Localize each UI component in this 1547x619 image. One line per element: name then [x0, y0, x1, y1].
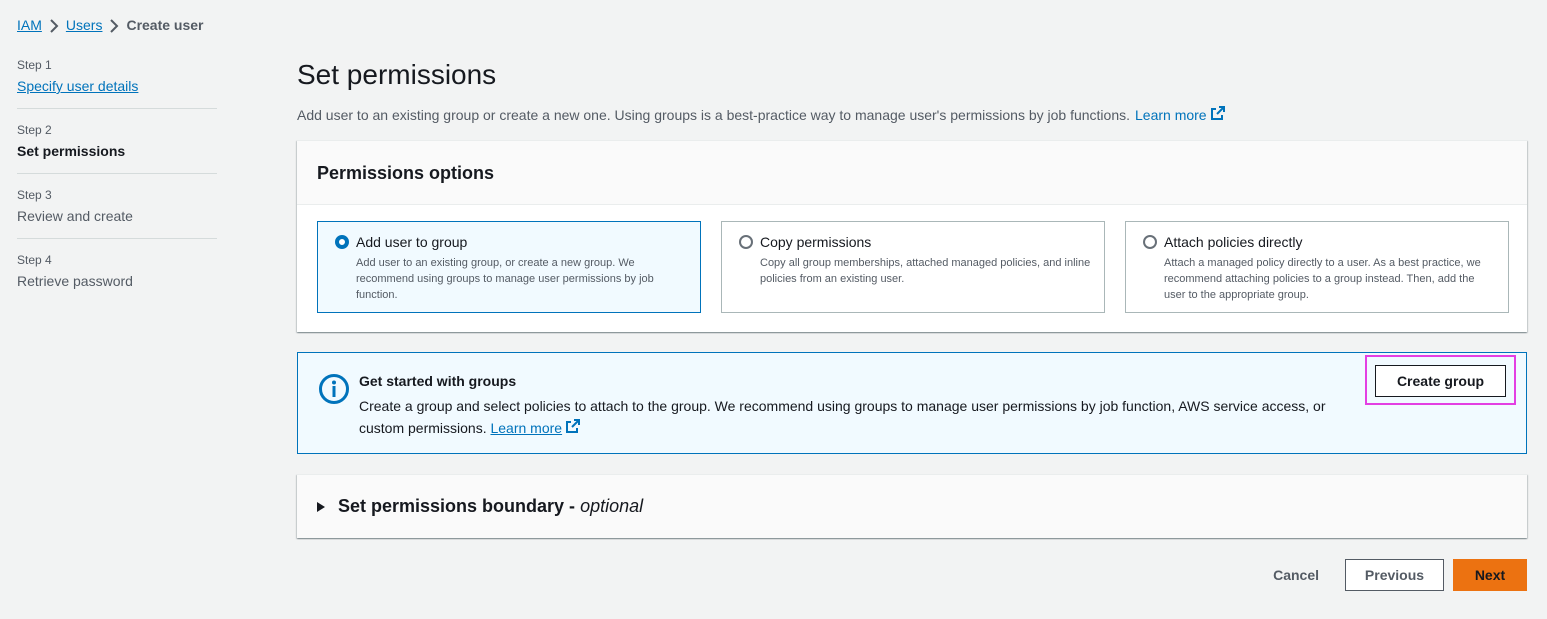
option-description: Attach a managed policy directly to a us… [1164, 257, 1481, 301]
page: IAM Users Create user Step 1 Specify use… [0, 0, 1547, 619]
previous-button[interactable]: Previous [1345, 559, 1444, 591]
option-description: Copy all group memberships, attached man… [760, 257, 1091, 285]
step-number: Step 1 [17, 58, 52, 72]
boundary-title-text: Set permissions boundary - [338, 496, 576, 516]
permissions-options-heading: Permissions options [317, 163, 495, 183]
create-group-button[interactable]: Create group [1375, 365, 1506, 397]
step-3: Step 3 Review and create [17, 188, 217, 239]
caret-right-icon [317, 501, 325, 512]
step-number: Step 2 [17, 123, 52, 137]
create-group-highlight: Create group [1365, 355, 1516, 405]
next-button[interactable]: Next [1453, 559, 1527, 591]
info-alert-body: Get started with groups Create a group a… [359, 373, 1349, 439]
boundary-title: Set permissions boundary - optional [338, 496, 643, 517]
option-attach-policies-directly[interactable]: Attach policies directly Attach a manage… [1125, 221, 1509, 313]
chevron-right-icon [102, 17, 126, 34]
step-4: Step 4 Retrieve password [17, 253, 217, 303]
boundary-optional-label: optional [580, 496, 644, 516]
step-number: Step 4 [17, 253, 52, 267]
step-title-set-permissions: Set permissions [17, 143, 126, 159]
option-title: Add user to group [356, 234, 468, 250]
main-content: Set permissions Add user to an existing … [297, 58, 1527, 591]
radio-unselected-icon[interactable] [739, 235, 753, 249]
radio-selected-icon[interactable] [335, 235, 349, 249]
breadcrumb-users[interactable]: Users [66, 17, 103, 33]
cancel-button[interactable]: Cancel [1247, 559, 1345, 591]
learn-more-label: Learn more [1135, 106, 1207, 123]
radio-unselected-icon[interactable] [1143, 235, 1157, 249]
breadcrumb-create-user: Create user [126, 17, 204, 34]
step-link-specify-user-details[interactable]: Specify user details [17, 78, 217, 94]
learn-more-link[interactable]: Learn more [1135, 106, 1225, 123]
external-link-icon [1210, 106, 1225, 123]
info-alert: Get started with groups Create a group a… [297, 352, 1527, 454]
option-add-user-to-group[interactable]: Add user to group Add user to an existin… [317, 221, 701, 313]
chevron-right-icon [42, 17, 66, 34]
permissions-boundary-expander[interactable]: Set permissions boundary - optional [297, 474, 1527, 538]
external-link-icon [566, 417, 581, 439]
info-alert-title: Get started with groups [359, 373, 517, 389]
page-description: Add user to an existing group or create … [297, 106, 1527, 123]
permission-option-group: Add user to group Add user to an existin… [317, 221, 1509, 313]
breadcrumb: IAM Users Create user [17, 17, 204, 33]
page-title: Set permissions [297, 59, 497, 90]
page-description-text: Add user to an existing group or create … [297, 106, 1130, 123]
learn-more-label: Learn more [490, 420, 563, 436]
option-description: Add user to an existing group, or create… [356, 257, 654, 301]
info-alert-text: Create a group and select policies to at… [359, 395, 1349, 439]
option-copy-permissions[interactable]: Copy permissions Copy all group membersh… [721, 221, 1105, 313]
wizard-steps: Step 1 Specify user details Step 2 Set p… [17, 58, 217, 317]
card-header: Permissions options [297, 141, 1527, 205]
breadcrumb-iam[interactable]: IAM [17, 17, 42, 33]
option-title: Attach policies directly [1164, 234, 1303, 250]
info-icon [318, 373, 350, 410]
step-title-review-and-create: Review and create [17, 208, 133, 224]
step-title-retrieve-password: Retrieve password [17, 273, 133, 289]
step-1: Step 1 Specify user details [17, 58, 217, 109]
option-title: Copy permissions [760, 234, 872, 250]
info-learn-more-link[interactable]: Learn more [490, 417, 581, 439]
wizard-footer: Cancel Previous Next [1247, 559, 1527, 591]
step-2: Step 2 Set permissions [17, 123, 217, 174]
step-number: Step 3 [17, 188, 52, 202]
permissions-options-card: Permissions options Add user to group Ad… [297, 140, 1527, 332]
